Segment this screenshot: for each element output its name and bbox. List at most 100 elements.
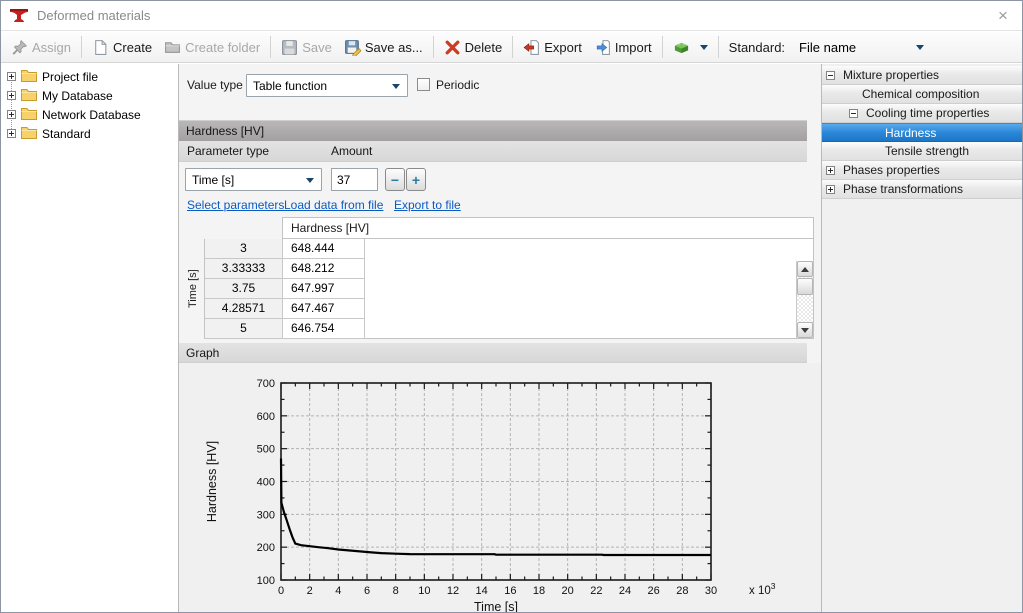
scroll-down-icon[interactable] bbox=[797, 322, 813, 338]
svg-text:18: 18 bbox=[533, 585, 545, 597]
value-type-select[interactable]: Table function bbox=[246, 74, 408, 97]
collapse-icon[interactable] bbox=[826, 71, 835, 80]
properties-item-phases-properties[interactable]: Phases properties bbox=[822, 161, 1022, 180]
tree-item-my-database[interactable]: My Database bbox=[1, 86, 178, 105]
toolbar-button-label: Save bbox=[302, 40, 332, 55]
standard-file-name-select[interactable]: File name bbox=[793, 38, 930, 57]
time-cell[interactable]: 3 bbox=[205, 239, 283, 259]
svg-text:x 103: x 103 bbox=[749, 581, 776, 597]
properties-item-label: Phase transformations bbox=[843, 182, 963, 196]
time-cell[interactable]: 3.75 bbox=[205, 279, 283, 299]
properties-item-mixture-properties[interactable]: Mixture properties bbox=[822, 66, 1022, 85]
properties-item-label: Chemical composition bbox=[862, 87, 979, 101]
app-anvil-icon bbox=[9, 7, 29, 25]
toolbar-button-create[interactable]: Create bbox=[86, 34, 158, 60]
chevron-down-icon bbox=[392, 84, 400, 89]
svg-text:16: 16 bbox=[504, 585, 516, 597]
table-scrollbar[interactable] bbox=[796, 261, 813, 338]
value-type-label: Value type bbox=[187, 78, 243, 92]
svg-text:6: 6 bbox=[364, 585, 370, 597]
tree-item-network-database[interactable]: Network Database bbox=[1, 105, 178, 124]
expand-icon[interactable] bbox=[826, 185, 835, 194]
title-bar: Deformed materials × bbox=[1, 1, 1022, 31]
time-cell[interactable]: 3.33333 bbox=[205, 259, 283, 279]
hardness-cell[interactable]: 647.467 bbox=[283, 299, 365, 319]
svg-text:20: 20 bbox=[562, 585, 574, 597]
svg-text:4: 4 bbox=[335, 585, 341, 597]
scroll-up-icon[interactable] bbox=[797, 261, 813, 277]
properties-item-tensile-strength[interactable]: Tensile strength bbox=[822, 142, 1022, 161]
chevron-down-icon bbox=[700, 45, 708, 50]
delete-icon bbox=[444, 39, 461, 56]
toolbar-button-save[interactable]: Save bbox=[275, 34, 338, 60]
expand-icon[interactable] bbox=[826, 166, 835, 175]
properties-item-label: Tensile strength bbox=[885, 144, 969, 158]
link-load-data-from-file[interactable]: Load data from file bbox=[284, 198, 383, 212]
decrement-button[interactable]: − bbox=[385, 168, 405, 191]
svg-text:Hardness [HV]: Hardness [HV] bbox=[205, 441, 219, 522]
properties-item-label: Hardness bbox=[885, 126, 936, 140]
increment-button[interactable]: + bbox=[406, 168, 426, 191]
parameter-type-select[interactable]: Time [s] bbox=[185, 168, 322, 191]
scrollbar-thumb[interactable] bbox=[797, 278, 813, 295]
toolbar-separator bbox=[433, 36, 434, 58]
svg-text:12: 12 bbox=[447, 585, 459, 597]
properties-item-chemical-composition[interactable]: Chemical composition bbox=[822, 85, 1022, 104]
link-select-parameters[interactable]: Select parameters bbox=[187, 198, 284, 212]
amount-input[interactable] bbox=[331, 168, 378, 191]
toolbar-separator bbox=[662, 36, 663, 58]
toolbar-button-label: Export bbox=[544, 40, 582, 55]
section-header-graph: Graph bbox=[179, 343, 807, 363]
brick-icon bbox=[673, 39, 690, 56]
expand-icon[interactable] bbox=[7, 129, 16, 138]
toolbar: Assign CreateCreate folder Save Save as... D… bbox=[1, 32, 1022, 63]
toolbar-button-create-folder[interactable]: Create folder bbox=[158, 34, 266, 60]
svg-text:24: 24 bbox=[619, 585, 631, 597]
expand-icon[interactable] bbox=[7, 91, 16, 100]
time-cell[interactable]: 4.28571 bbox=[205, 299, 283, 319]
close-icon[interactable]: × bbox=[992, 5, 1014, 27]
toolbar-button-save-as[interactable]: Save as... bbox=[338, 34, 429, 60]
svg-text:10: 10 bbox=[418, 585, 430, 597]
periodic-checkbox[interactable] bbox=[417, 78, 430, 91]
section-title: Hardness [HV] bbox=[186, 124, 264, 138]
svg-text:0: 0 bbox=[278, 585, 284, 597]
chevron-down-icon bbox=[916, 45, 924, 50]
folder-icon bbox=[21, 88, 37, 104]
svg-text:28: 28 bbox=[676, 585, 688, 597]
graph-area: 0246810121416182022242628301002003004005… bbox=[179, 363, 821, 613]
expand-icon[interactable] bbox=[7, 72, 16, 81]
toolbar-button-export[interactable]: Export bbox=[517, 34, 588, 60]
table-column-header: Hardness [HV] bbox=[282, 217, 814, 239]
toolbar-button-import[interactable]: Import bbox=[588, 34, 658, 60]
toolbar-button-assign[interactable]: Assign bbox=[5, 34, 77, 60]
parameter-header-row: Parameter type Amount bbox=[179, 141, 807, 162]
properties-item-cooling-time-properties[interactable]: Cooling time properties bbox=[822, 104, 1022, 123]
hardness-cell[interactable]: 646.754 bbox=[283, 319, 365, 339]
hardness-cell[interactable]: 648.212 bbox=[283, 259, 365, 279]
svg-text:26: 26 bbox=[648, 585, 660, 597]
svg-text:Time [s]: Time [s] bbox=[474, 600, 518, 613]
properties-item-hardness[interactable]: Hardness bbox=[822, 123, 1022, 142]
svg-text:8: 8 bbox=[393, 585, 399, 597]
link-export-to-file[interactable]: Export to file bbox=[394, 198, 461, 212]
time-cell[interactable]: 5 bbox=[205, 319, 283, 339]
editor-panel: Value type Table function Periodic Hardn… bbox=[179, 64, 821, 612]
hardness-cell[interactable]: 647.997 bbox=[283, 279, 365, 299]
tree-item-standard[interactable]: Standard bbox=[1, 124, 178, 143]
collapse-icon[interactable] bbox=[849, 109, 858, 118]
table-row: 5646.754 bbox=[205, 319, 813, 339]
svg-text:30: 30 bbox=[705, 585, 717, 597]
tree-item-project-file[interactable]: Project file bbox=[1, 67, 178, 86]
toolbar-button-brick[interactable] bbox=[667, 34, 714, 60]
import-icon bbox=[594, 39, 611, 56]
table-rows-area: 3648.4443.33333648.2123.75647.9974.28571… bbox=[204, 239, 814, 339]
expand-icon[interactable] bbox=[7, 110, 16, 119]
table-row: 3.75647.997 bbox=[205, 279, 813, 299]
tree-item-label: Network Database bbox=[42, 108, 141, 122]
properties-item-phase-transformations[interactable]: Phase transformations bbox=[822, 180, 1022, 199]
toolbar-button-delete[interactable]: Delete bbox=[438, 34, 509, 60]
parameter-type-value: Time [s] bbox=[192, 173, 234, 187]
export-icon bbox=[523, 39, 540, 56]
hardness-cell[interactable]: 648.444 bbox=[283, 239, 365, 259]
